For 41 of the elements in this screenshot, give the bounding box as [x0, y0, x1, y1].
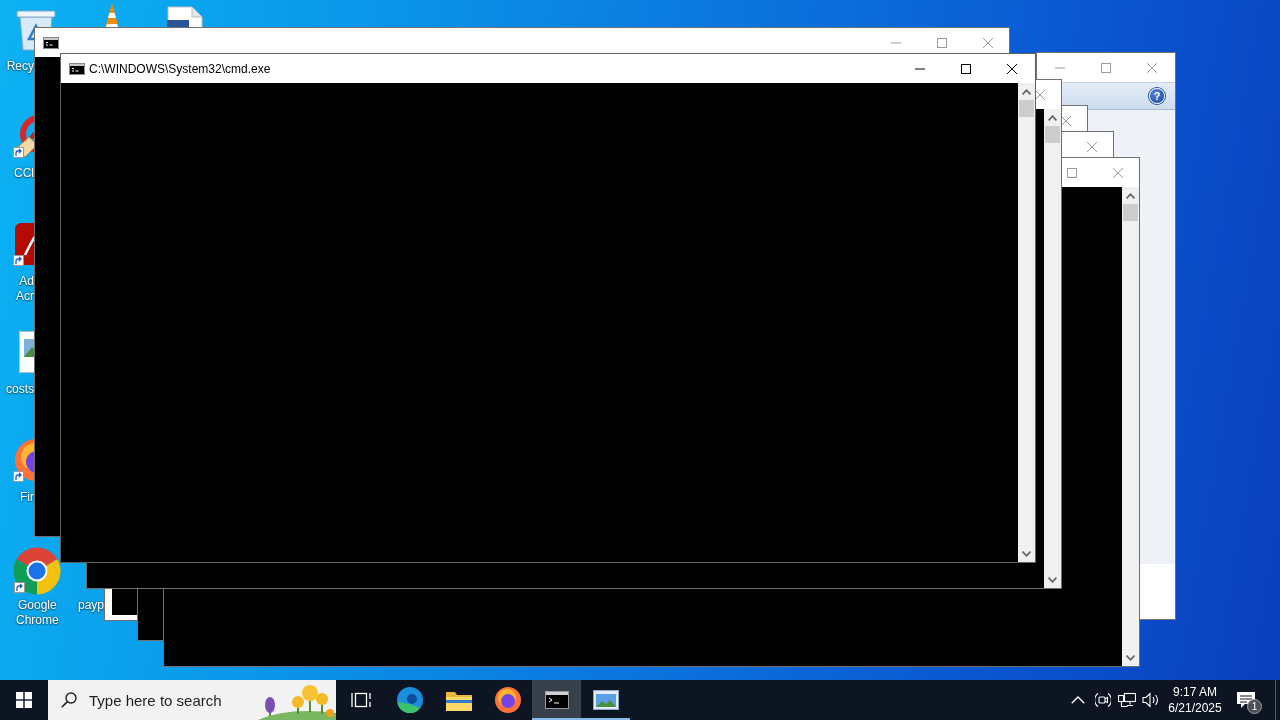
folder-icon: [445, 689, 472, 711]
scroll-thumb[interactable]: [1123, 204, 1138, 221]
scroll-thumb[interactable]: [1019, 100, 1034, 117]
window-title: C:\WINDOWS\System32\cmd.exe: [89, 61, 271, 76]
flame-globe-icon: [494, 687, 521, 713]
scrollbar[interactable]: [1044, 109, 1061, 588]
desktop-icon-label: Ad Acr: [16, 274, 34, 304]
tricolor-circle-icon[interactable]: [13, 547, 61, 595]
image-file-icon[interactable]: [19, 331, 34, 373]
clock-date: 6/21/2025: [1168, 700, 1222, 716]
desktop-icon-label: payp: [77, 598, 104, 613]
close-icon[interactable]: [1007, 63, 1017, 74]
chevron-down-icon[interactable]: [1126, 654, 1135, 661]
maximize-icon[interactable]: [961, 63, 971, 74]
close-icon[interactable]: [1035, 89, 1045, 100]
console-icon: [544, 691, 569, 709]
scrollbar[interactable]: [1122, 187, 1139, 666]
scroll-thumb[interactable]: [1045, 126, 1060, 143]
desktop-icon-label: Fir: [20, 490, 34, 505]
chevron-down-icon[interactable]: [1048, 576, 1057, 583]
picture-window-icon: [592, 690, 619, 710]
search-field[interactable]: Type here to search: [89, 691, 227, 709]
document-icon[interactable]: [167, 6, 203, 27]
scrollbar[interactable]: [1018, 83, 1035, 562]
task-view-icon: [350, 692, 371, 708]
windows-logo-icon: [16, 692, 32, 708]
taskbar-button[interactable]: [532, 680, 581, 720]
minimize-icon[interactable]: [915, 67, 925, 70]
network-icon[interactable]: [1118, 692, 1136, 708]
clock-time: 9:17 AM: [1173, 684, 1217, 700]
desktop-icon-label: CCl: [14, 166, 34, 181]
help-button[interactable]: ?: [1149, 88, 1165, 104]
volume-icon[interactable]: [1142, 692, 1160, 708]
desktop-icon-label: costs: [6, 382, 34, 397]
desktop-icon-label: Google Chrome: [16, 598, 59, 628]
swirl-icon: [396, 687, 423, 713]
search-icon: [61, 692, 77, 708]
chevron-down-icon[interactable]: [1022, 550, 1031, 557]
desktop-icon-label: Recy: [6, 59, 34, 74]
notification-badge: 1: [1247, 699, 1262, 714]
camera-icon[interactable]: [1095, 692, 1111, 708]
